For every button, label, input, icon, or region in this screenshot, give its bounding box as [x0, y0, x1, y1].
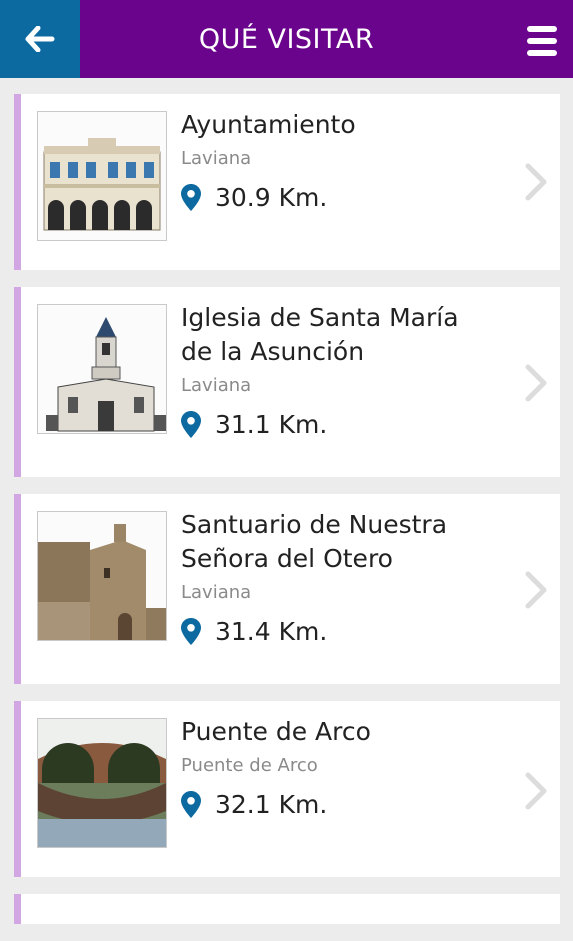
places-list: Ayuntamiento Laviana 30.9 Km. Iglesia de… [14, 94, 560, 941]
list-item[interactable] [14, 894, 560, 924]
location-pin-icon [181, 791, 201, 818]
place-title: Ayuntamiento [181, 110, 356, 139]
place-title: Iglesia de Santa María de la Asunción [181, 303, 459, 366]
place-distance: 31.4 Km. [181, 617, 500, 646]
place-location: Laviana [181, 582, 252, 603]
place-info: Puente de Arco Puente de Arco 32.1 Km. [181, 715, 500, 819]
place-thumbnail [37, 718, 167, 848]
place-location: Laviana [181, 148, 252, 169]
place-info: Ayuntamiento Laviana 30.9 Km. [181, 108, 500, 212]
place-distance: 31.1 Km. [181, 410, 500, 439]
list-item[interactable]: Santuario de Nuestra Señora del Otero La… [14, 494, 560, 684]
hamburger-menu-icon [527, 26, 557, 32]
place-location: Puente de Arco [181, 755, 318, 776]
place-info: Iglesia de Santa María de la Asunción La… [181, 301, 500, 439]
arrow-left-icon [25, 26, 55, 52]
place-location: Laviana [181, 375, 252, 396]
location-pin-icon [181, 618, 201, 645]
chevron-right-icon [525, 772, 547, 810]
place-distance: 32.1 Km. [181, 790, 500, 819]
app-header: QUÉ VISITAR [0, 0, 573, 78]
place-thumbnail [37, 304, 167, 434]
place-thumbnail [37, 511, 167, 641]
list-item[interactable]: Iglesia de Santa María de la Asunción La… [14, 287, 560, 477]
list-item[interactable]: Puente de Arco Puente de Arco 32.1 Km. [14, 701, 560, 877]
place-title: Puente de Arco [181, 717, 371, 746]
page-title: QUÉ VISITAR [198, 23, 375, 55]
menu-button[interactable] [525, 22, 559, 60]
location-pin-icon [181, 184, 201, 211]
chevron-right-icon [525, 571, 547, 609]
place-info: Santuario de Nuestra Señora del Otero La… [181, 508, 500, 646]
place-title: Santuario de Nuestra Señora del Otero [181, 510, 448, 573]
back-button[interactable] [0, 0, 80, 78]
location-pin-icon [181, 411, 201, 438]
list-item[interactable]: Ayuntamiento Laviana 30.9 Km. [14, 94, 560, 270]
chevron-right-icon [525, 163, 547, 201]
chevron-right-icon [525, 364, 547, 402]
place-distance: 30.9 Km. [181, 183, 500, 212]
place-thumbnail [37, 111, 167, 241]
